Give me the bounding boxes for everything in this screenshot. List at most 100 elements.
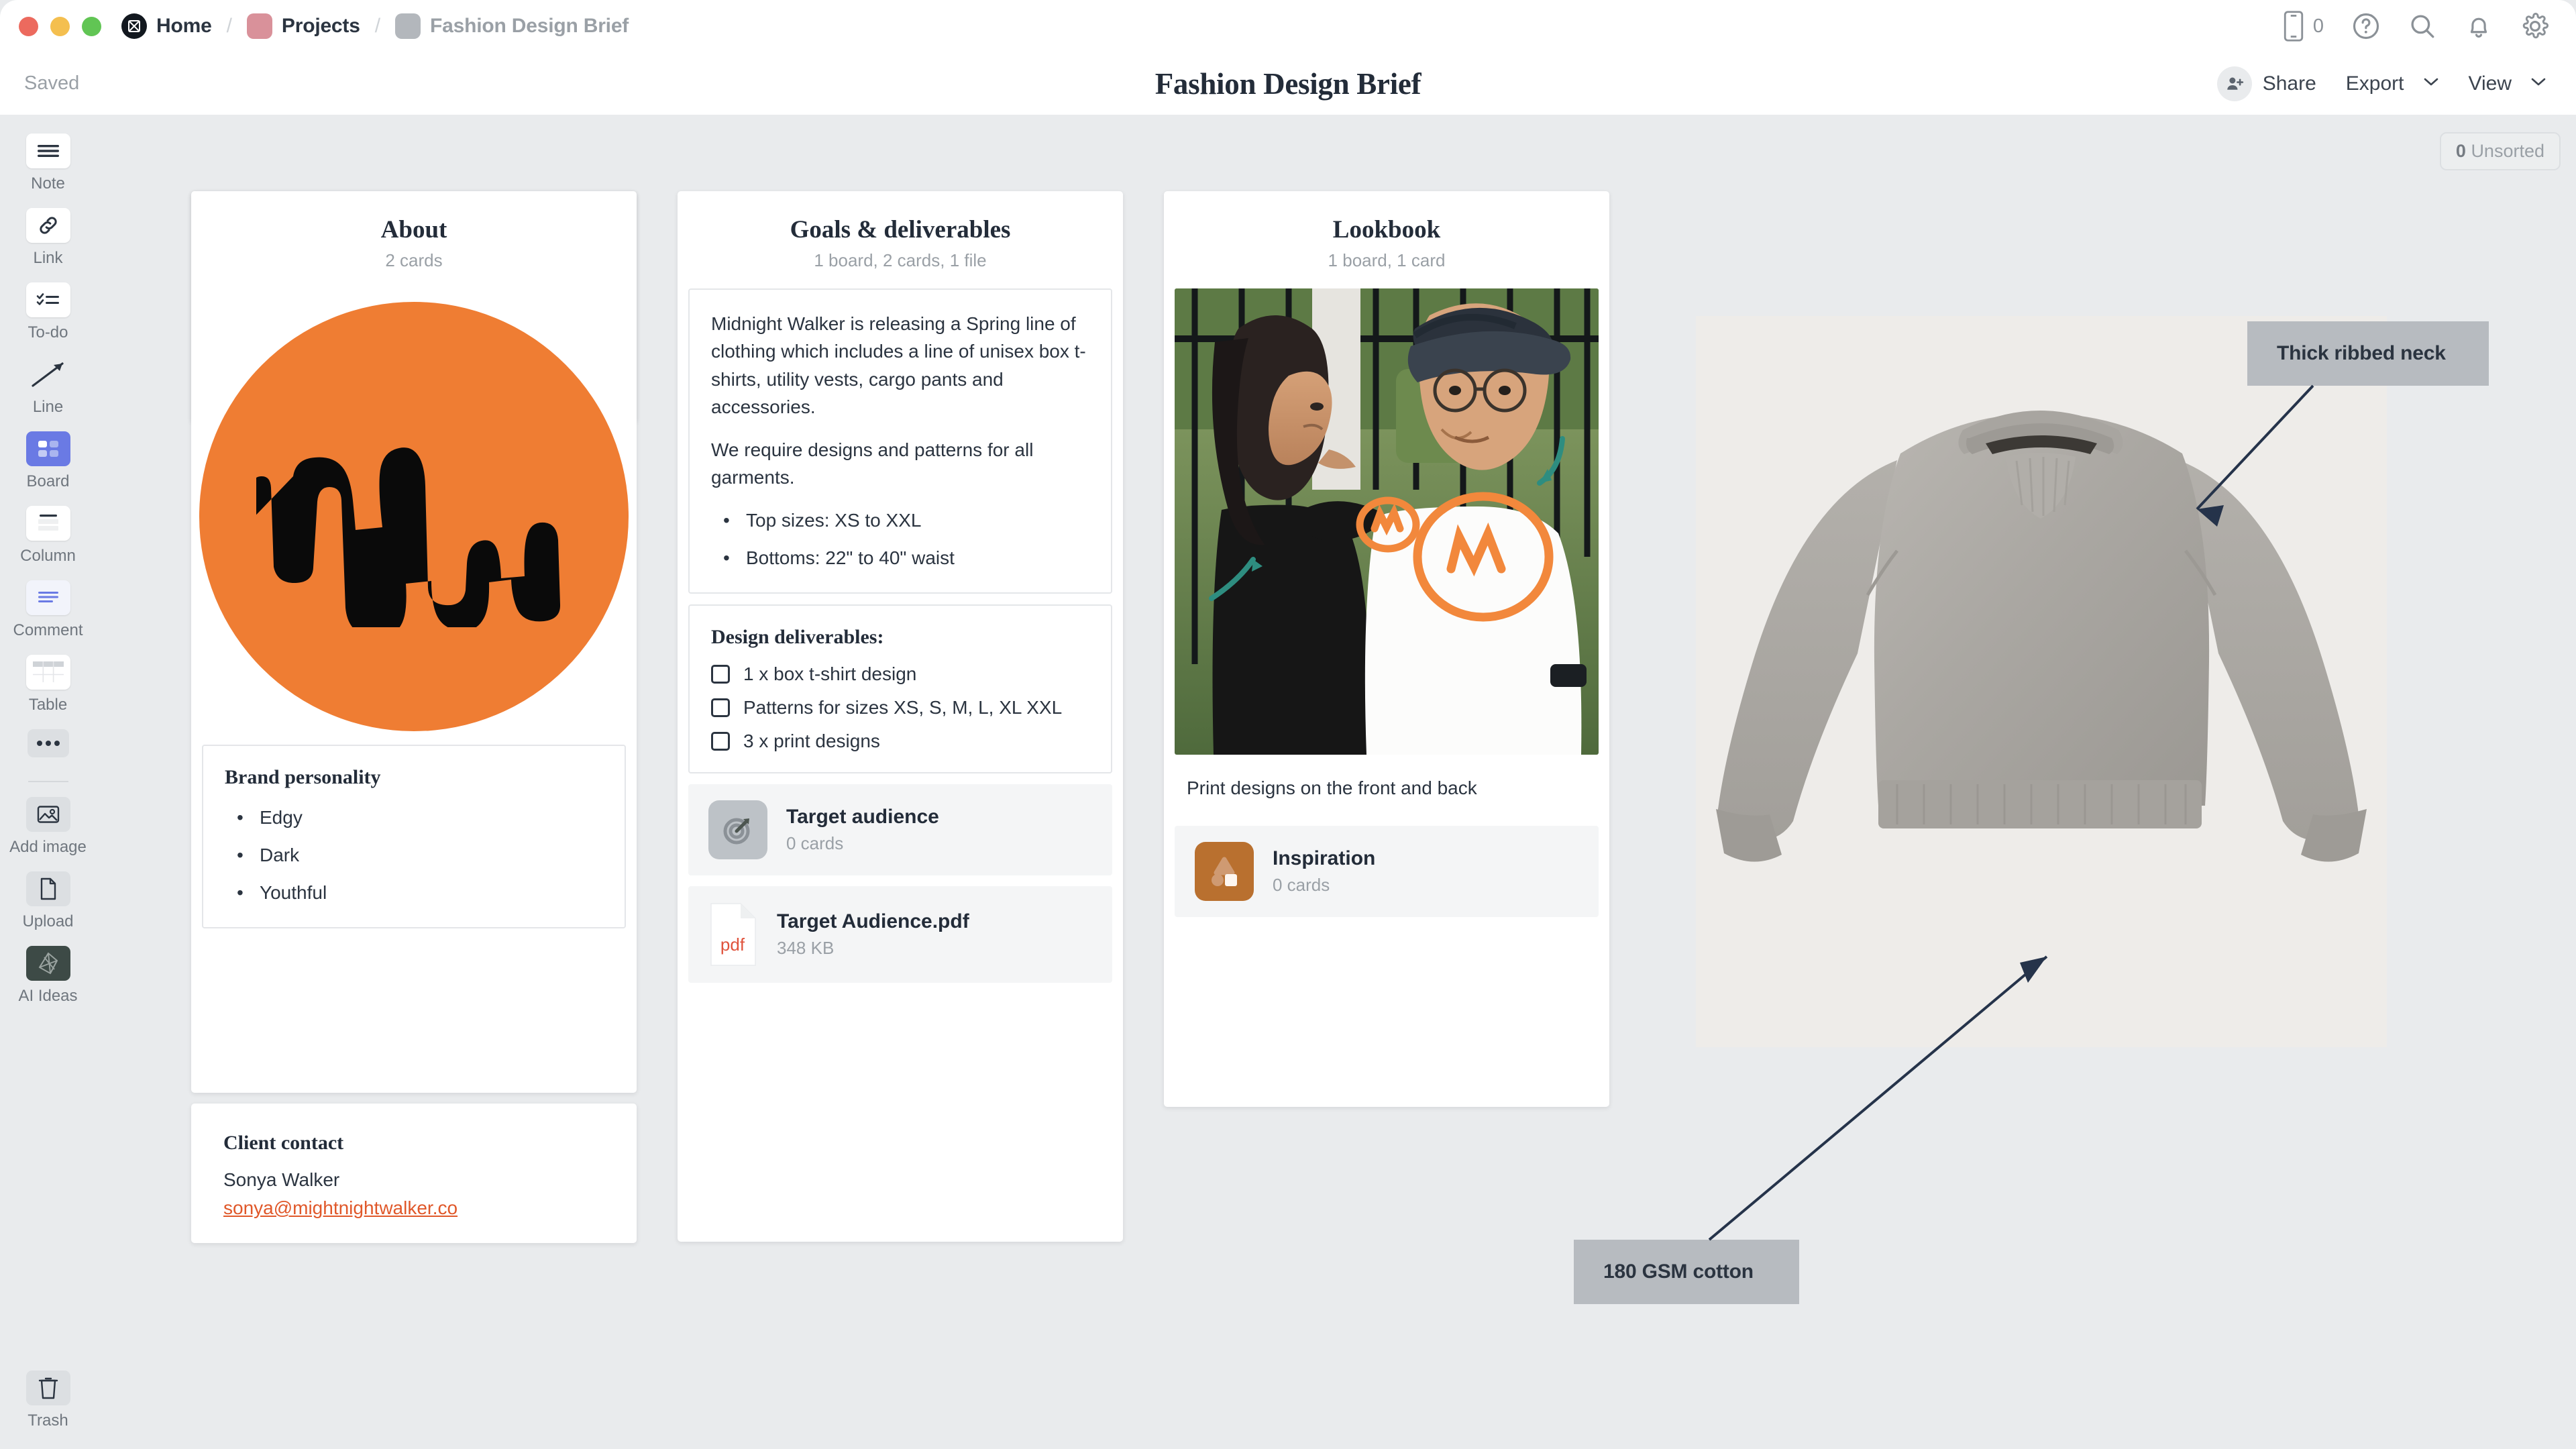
board-canvas[interactable]: 0 Unsorted About 2 cards About 2 cards (96, 115, 2576, 1449)
tool-trash[interactable]: Trash (0, 1371, 96, 1430)
tool-upload[interactable]: Upload (0, 871, 96, 931)
note-design-deliverables[interactable]: Design deliverables: 1 x box t-shirt des… (688, 604, 1112, 773)
tool-label-link: Link (33, 249, 63, 267)
file-row-meta: Target Audience.pdf 348 KB (777, 910, 969, 959)
close-window-button[interactable] (19, 16, 38, 36)
tool-label-upload: Upload (22, 912, 74, 930)
file-row-target-audience-pdf[interactable]: pdf Target Audience.pdf 348 KB (688, 885, 1112, 983)
tool-table[interactable]: Table (0, 655, 96, 714)
checkbox-unchecked-icon[interactable] (711, 664, 730, 684)
checklist-label: 3 x print designs (743, 730, 880, 751)
board-row-inspiration[interactable]: Inspiration 0 cards (1175, 826, 1599, 917)
product-image-sweatshirt[interactable] (1696, 316, 2387, 1047)
folder-chip-icon (246, 13, 272, 39)
view-menu-button[interactable]: View (2469, 72, 2546, 95)
unsorted-count: 0 (2455, 141, 2466, 161)
tool-label-board: Board (26, 472, 70, 490)
breadcrumb-label-home: Home (156, 15, 212, 37)
file-row-size: 348 KB (777, 937, 835, 958)
checkbox-unchecked-icon[interactable] (711, 731, 730, 751)
todo-icon (25, 282, 70, 317)
tool-column[interactable]: Column (0, 506, 96, 566)
board-icon (25, 431, 70, 466)
tool-link[interactable]: Link (0, 208, 96, 268)
tool-board[interactable]: Board (0, 431, 96, 491)
maximize-window-button[interactable] (82, 16, 101, 36)
chevron-down-icon (2423, 76, 2439, 91)
checkbox-unchecked-icon[interactable] (711, 698, 730, 717)
client-contact-email-link[interactable]: sonya@mightnightwalker.co (223, 1197, 458, 1218)
tool-label-add-image: Add image (9, 838, 87, 856)
search-icon[interactable] (2408, 12, 2436, 40)
page-title: Fashion Design Brief (1155, 66, 1421, 101)
note-client-contact[interactable]: Client contact Sonya Walker sonya@mightn… (191, 1104, 637, 1243)
minimize-window-button[interactable] (50, 16, 70, 36)
tool-label-table: Table (28, 696, 68, 714)
tool-label-ai-ideas: AI Ideas (18, 987, 78, 1005)
mobile-app-button[interactable]: 0 (2282, 11, 2324, 42)
export-menu-button[interactable]: Export (2346, 72, 2439, 95)
help-button[interactable] (2352, 12, 2380, 40)
breadcrumb-separator: / (226, 15, 232, 37)
more-dots-icon (27, 729, 69, 757)
note-brief[interactable]: Midnight Walker is releasing a Spring li… (688, 288, 1112, 594)
note-brand-personality[interactable]: Brand personality Edgy Dark Youthful (202, 745, 626, 928)
brand-personality-heading: Brand personality (225, 766, 381, 788)
note-icon (25, 133, 70, 168)
line-arrow-icon (26, 357, 70, 392)
column-about-body[interactable]: About 2 cards Brand personality Edgy Dar… (191, 191, 637, 1093)
column-header-goals: Goals & deliverables 1 board, 2 cards, 1… (678, 191, 1123, 288)
checklist-item[interactable]: Patterns for sizes XS, S, M, L, XL XXL (711, 697, 1089, 718)
breadcrumb-label-projects: Projects (281, 15, 360, 37)
breadcrumb-item-current[interactable]: Fashion Design Brief (395, 13, 629, 39)
trash-icon (25, 1371, 70, 1405)
tool-todo[interactable]: To-do (0, 282, 96, 342)
tool-comment[interactable]: Comment (0, 580, 96, 640)
chevron-down-icon (2530, 76, 2546, 91)
unsorted-label: Unsorted (2471, 141, 2544, 161)
column-title-about: About (380, 216, 447, 244)
column-card-lookbook[interactable]: Lookbook 1 board, 1 card Print designs o… (1164, 191, 1609, 1107)
breadcrumb: Home / Projects / Fashion Design Brief (121, 13, 629, 39)
annotation-thick-ribbed-neck[interactable]: Thick ribbed neck (2247, 321, 2489, 386)
board-row-target-audience[interactable]: Target audience 0 cards (688, 784, 1112, 875)
board-chip-icon (395, 13, 421, 39)
tool-ai-ideas[interactable]: AI Ideas (0, 946, 96, 1006)
brand-logo-card[interactable] (191, 288, 637, 745)
checklist-item[interactable]: 1 x box t-shirt design (711, 663, 1089, 685)
table-icon (25, 655, 70, 690)
file-row-title: Target Audience.pdf (777, 910, 969, 932)
tool-label-note: Note (31, 174, 65, 193)
tool-label-trash: Trash (28, 1411, 68, 1430)
tool-more[interactable] (0, 729, 96, 763)
breadcrumb-item-projects[interactable]: Projects (246, 13, 360, 39)
checklist-item[interactable]: 3 x print designs (711, 731, 1089, 752)
tool-label-comment: Comment (13, 621, 83, 639)
list-item: Edgy (225, 804, 603, 832)
tool-line[interactable]: Line (0, 357, 96, 417)
tool-rail: Note Link To-do Line Board Column Commen… (0, 115, 96, 1449)
ai-ideas-icon (25, 946, 70, 981)
client-contact-name: Sonya Walker (223, 1169, 340, 1190)
settings-icon[interactable] (2521, 12, 2549, 40)
client-contact-heading: Client contact (223, 1132, 344, 1154)
tool-label-line: Line (32, 398, 64, 416)
tool-note[interactable]: Note (0, 133, 96, 193)
share-button[interactable]: Share (2216, 66, 2316, 101)
notifications-icon[interactable] (2465, 12, 2493, 40)
annotation-180-gsm-cotton[interactable]: 180 GSM cotton (1574, 1240, 1799, 1304)
list-item: Dark (225, 841, 603, 869)
column-subtitle-goals: 1 board, 2 cards, 1 file (814, 250, 987, 270)
tool-label-column: Column (20, 547, 76, 565)
brand-personality-list: Edgy Dark Youthful (225, 804, 603, 907)
inspiration-shapes-icon (1195, 842, 1254, 901)
lookbook-photo[interactable] (1175, 288, 1599, 755)
column-icon (25, 506, 70, 541)
document-actions: Share Export View (2216, 66, 2546, 101)
rail-divider (28, 781, 68, 782)
tool-add-image[interactable]: Add image (0, 797, 96, 857)
brief-paragraph: We require designs and patterns for all … (711, 439, 1034, 488)
column-card-goals[interactable]: Goals & deliverables 1 board, 2 cards, 1… (678, 191, 1123, 1242)
unsorted-badge[interactable]: 0 Unsorted (2439, 132, 2561, 170)
breadcrumb-item-home[interactable]: Home (121, 13, 212, 39)
